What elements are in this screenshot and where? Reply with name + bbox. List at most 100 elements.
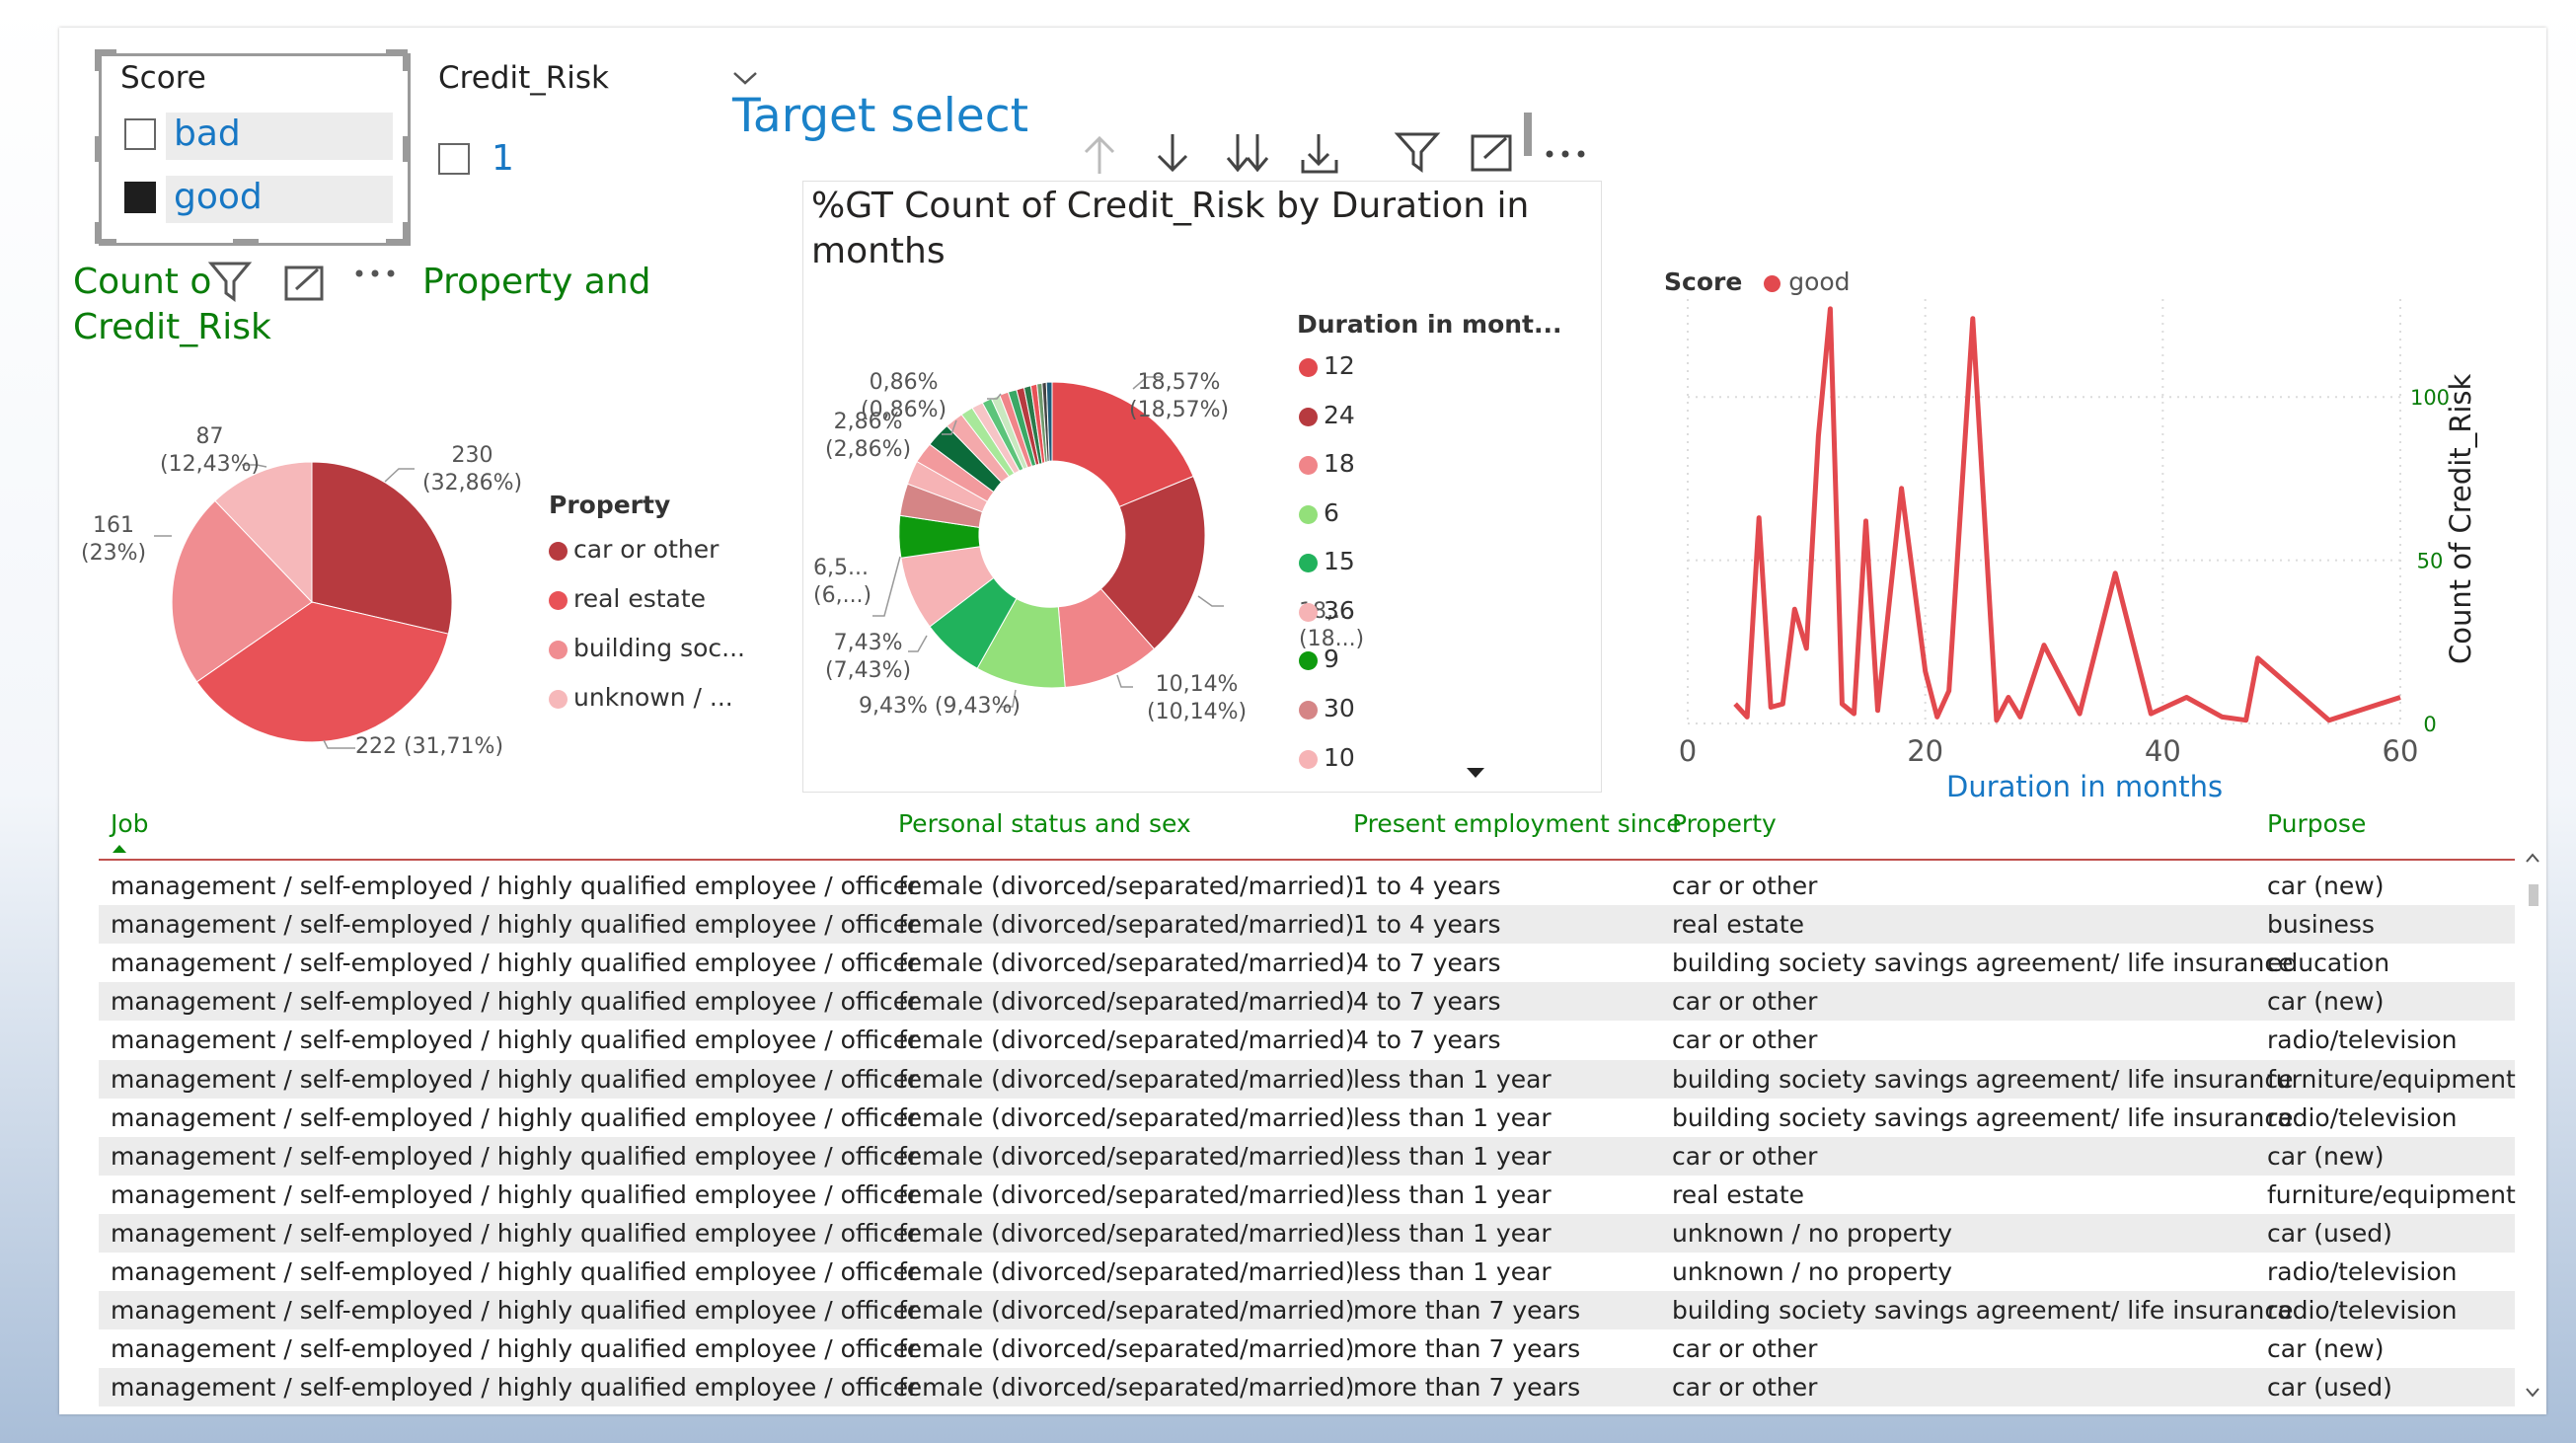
sort-ascending-icon[interactable] bbox=[111, 843, 128, 855]
legend-label: 12 bbox=[1324, 351, 1355, 380]
table-cell: management / self-employed / highly qual… bbox=[111, 1102, 919, 1132]
credit-risk-1-label[interactable]: 1 bbox=[492, 138, 514, 179]
toolbar-grip[interactable] bbox=[1524, 113, 1532, 156]
y-tick-label: 50 bbox=[2417, 550, 2444, 573]
donut-legend-item[interactable]: 12 bbox=[1299, 351, 1355, 380]
table-cell: business bbox=[2267, 910, 2375, 940]
donut-legend-item[interactable]: 30 bbox=[1299, 694, 1355, 722]
table-row[interactable]: management / self-employed / highly qual… bbox=[99, 982, 2515, 1022]
scrollbar-thumb[interactable] bbox=[2529, 884, 2538, 906]
table-cell: management / self-employed / highly qual… bbox=[111, 872, 919, 900]
legend-dot bbox=[1299, 749, 1318, 769]
donut-legend-item[interactable]: 18 bbox=[1299, 449, 1355, 478]
donut-legend-item[interactable]: 24 bbox=[1299, 401, 1355, 429]
good-checkbox[interactable] bbox=[124, 182, 156, 213]
resize-handle[interactable] bbox=[95, 136, 100, 162]
donut-legend-item[interactable]: 9 bbox=[1299, 645, 1339, 673]
legend-scroll-down-icon[interactable] bbox=[1465, 766, 1486, 780]
table-cell: 4 to 7 years bbox=[1353, 949, 1501, 978]
pie-legend-item[interactable]: real estate bbox=[549, 584, 706, 613]
table-cell: management / self-employed / highly qual… bbox=[111, 1334, 919, 1364]
donut-legend-item[interactable]: 6 bbox=[1299, 498, 1339, 527]
x-tick-label: 20 bbox=[1907, 734, 1943, 768]
table-row[interactable]: management / self-employed / highly qual… bbox=[99, 1021, 2515, 1059]
table-cell: furniture/equipment bbox=[2267, 1179, 2516, 1209]
table-cell: unknown / no property bbox=[1672, 1257, 1953, 1286]
good-option-label[interactable]: good bbox=[174, 177, 263, 217]
bad-checkbox[interactable] bbox=[124, 118, 156, 150]
table-row[interactable]: management / self-employed / highly qual… bbox=[99, 1329, 2515, 1368]
pie-label-unknown: 87 (12,43%) bbox=[160, 423, 260, 479]
table-row[interactable]: management / self-employed / highly qual… bbox=[99, 1136, 2515, 1176]
legend-label: real estate bbox=[573, 584, 707, 613]
scroll-down-icon[interactable] bbox=[2525, 1386, 2540, 1400]
go-to-next-level-icon[interactable] bbox=[1224, 130, 1271, 176]
donut-legend-item[interactable]: 10 bbox=[1299, 743, 1355, 772]
resize-handle[interactable] bbox=[95, 222, 100, 244]
table-cell: management / self-employed / highly qual… bbox=[111, 1179, 919, 1209]
drill-down-icon[interactable] bbox=[1153, 130, 1192, 176]
column-header-property[interactable]: Property bbox=[1672, 809, 1777, 838]
legend-dot bbox=[1299, 407, 1318, 426]
visual-toolbar bbox=[1026, 113, 1619, 186]
table-cell: education bbox=[2267, 949, 2390, 978]
legend-dot bbox=[1299, 455, 1318, 475]
data-table: Job Personal status and sex Present empl… bbox=[59, 797, 2546, 1414]
chevron-down-icon[interactable] bbox=[732, 70, 758, 86]
table-row[interactable]: management / self-employed / highly qual… bbox=[99, 1176, 2516, 1214]
pie-legend-item[interactable]: car or other bbox=[549, 535, 719, 564]
focus-mode-icon[interactable] bbox=[1469, 130, 1514, 174]
table-row[interactable]: management / self-employed / highly qual… bbox=[99, 1253, 2515, 1291]
table-cell: management / self-employed / highly qual… bbox=[111, 987, 919, 1017]
more-options-icon[interactable] bbox=[1542, 146, 1589, 162]
column-header-job[interactable]: Job bbox=[111, 809, 149, 838]
table-cell: car or other bbox=[1672, 1025, 1818, 1055]
table-cell: car or other bbox=[1672, 987, 1818, 1017]
pie-label-real-estate: 222 (31,71%) bbox=[355, 733, 503, 761]
resize-handle[interactable] bbox=[403, 222, 408, 244]
expand-hierarchy-icon[interactable] bbox=[1297, 130, 1342, 176]
series-line-good[interactable] bbox=[1733, 306, 2401, 723]
report-canvas: Score bad good Credit_Risk 1 Target sele… bbox=[59, 28, 2546, 1414]
donut-legend-item[interactable]: 15 bbox=[1299, 547, 1355, 575]
drill-up-icon[interactable] bbox=[1080, 132, 1119, 178]
table-row[interactable]: management / self-employed / highly qual… bbox=[99, 867, 2515, 905]
table-cell: less than 1 year bbox=[1353, 1102, 1552, 1132]
pie-legend-item[interactable]: unknown / ... bbox=[549, 683, 733, 712]
donut-label-pct: (6,...) bbox=[813, 583, 872, 608]
legend-dot bbox=[549, 590, 568, 610]
table-row[interactable]: management / self-employed / highly qual… bbox=[99, 905, 2515, 945]
donut-legend-item[interactable]: 36 bbox=[1299, 596, 1355, 625]
column-header-personal-status[interactable]: Personal status and sex bbox=[898, 809, 1191, 838]
pie-label-car-or-other: 230 (32,86%) bbox=[422, 442, 522, 497]
table-cell: furniture/equipment bbox=[2267, 1064, 2516, 1094]
bad-option-label[interactable]: bad bbox=[174, 114, 241, 154]
resize-handle[interactable] bbox=[233, 239, 259, 244]
table-row[interactable]: management / self-employed / highly qual… bbox=[99, 944, 2515, 982]
scroll-up-icon[interactable] bbox=[2525, 851, 2540, 865]
legend-label: 6 bbox=[1324, 498, 1339, 527]
table-row[interactable]: management / self-employed / highly qual… bbox=[99, 1099, 2515, 1137]
table-row[interactable]: management / self-employed / highly qual… bbox=[99, 1059, 2516, 1099]
table-cell: radio/television bbox=[2267, 1102, 2458, 1132]
duration-line-chart: 0 20 40 60050100 bbox=[1679, 299, 2450, 768]
pie-label-pct: (23%) bbox=[81, 541, 147, 566]
table-cell: building society savings agreement/ life… bbox=[1672, 1102, 2294, 1132]
column-header-employment[interactable]: Present employment since bbox=[1353, 809, 1682, 838]
table-row[interactable]: management / self-employed / highly qual… bbox=[99, 1368, 2515, 1407]
legend-label: 9 bbox=[1324, 645, 1339, 673]
credit-risk-1-checkbox[interactable] bbox=[438, 143, 470, 175]
donut-label-value: 9,43% (9,43%) bbox=[859, 694, 1021, 719]
table-row[interactable]: management / self-employed / highly qual… bbox=[99, 1291, 2515, 1330]
pie-label-pct: (12,43%) bbox=[160, 452, 261, 477]
resize-handle[interactable] bbox=[95, 49, 100, 71]
filter-icon[interactable] bbox=[1394, 130, 1441, 174]
legend-dot bbox=[1299, 504, 1318, 524]
donut-label-pct: (18,57%) bbox=[1129, 398, 1230, 422]
column-header-purpose[interactable]: Purpose bbox=[2267, 809, 2366, 838]
resize-handle[interactable] bbox=[403, 49, 408, 71]
donut-label-12: 18,57% (18,57%) bbox=[1129, 369, 1229, 424]
pie-legend-item[interactable]: building soc... bbox=[549, 634, 745, 662]
resize-handle[interactable] bbox=[403, 136, 408, 162]
table-row[interactable]: management / self-employed / highly qual… bbox=[99, 1213, 2515, 1253]
